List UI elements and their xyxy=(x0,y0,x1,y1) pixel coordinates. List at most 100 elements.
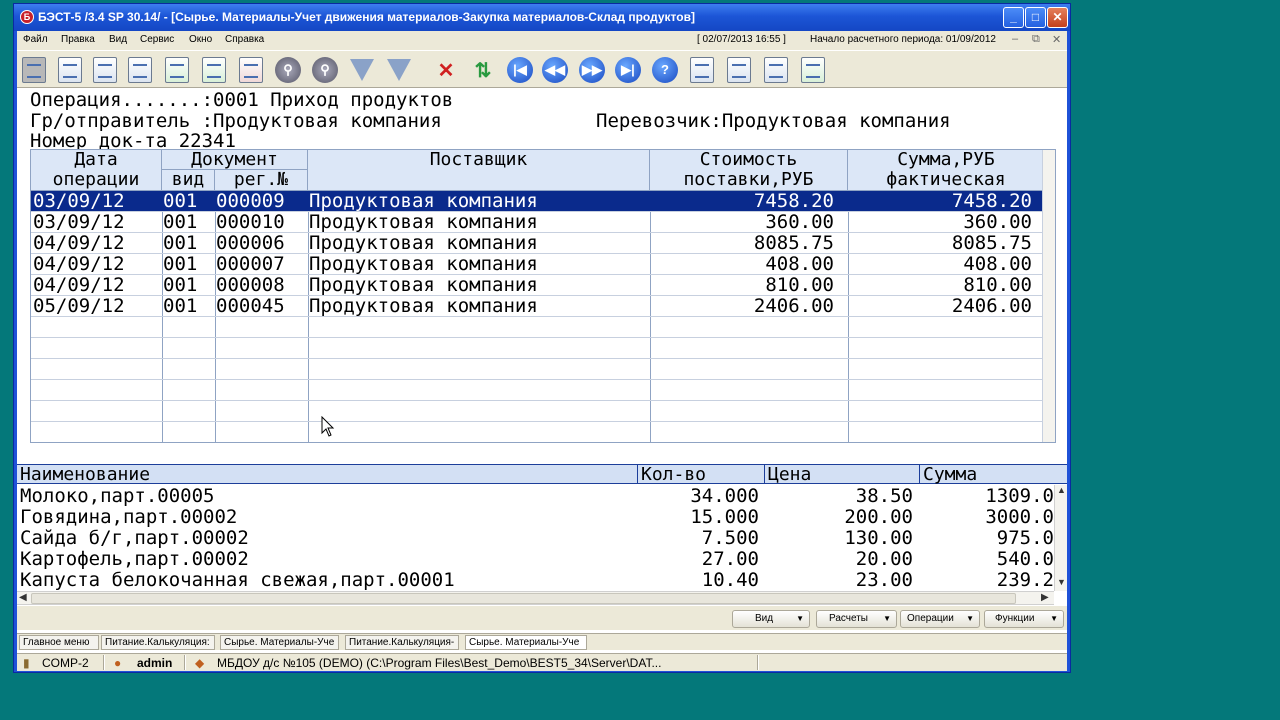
computer-name: COMP-2 xyxy=(42,656,89,670)
report-icon[interactable] xyxy=(55,55,85,85)
column-document[interactable]: Документ xyxy=(162,150,308,170)
add-record-icon[interactable] xyxy=(199,55,229,85)
column-item-name[interactable]: Наименование xyxy=(17,465,638,484)
table-row[interactable] xyxy=(31,317,1043,338)
first-record-icon[interactable]: |◀ xyxy=(505,55,535,85)
items-vertical-scrollbar[interactable]: ▲ ▼ xyxy=(1054,485,1067,591)
funcs-dropdown[interactable]: Функции ▼ xyxy=(984,610,1064,628)
table-row[interactable] xyxy=(31,338,1043,359)
approve-edit-icon[interactable] xyxy=(761,55,791,85)
cell-kind: 001 xyxy=(163,254,198,275)
menu-help[interactable]: Справка xyxy=(225,34,264,45)
menu-edit[interactable]: Правка xyxy=(61,34,95,45)
operation-label: Операция.......:0001 Приход продуктов xyxy=(30,89,454,111)
scroll-down-icon[interactable]: ▼ xyxy=(1057,577,1066,587)
print-preview-icon[interactable] xyxy=(125,55,155,85)
document-check-icon[interactable] xyxy=(798,55,828,85)
clear-filter-icon[interactable]: ✕ xyxy=(431,55,461,85)
table-row[interactable] xyxy=(31,359,1043,380)
tab-nutrition-calc-2[interactable]: Питание.Калькуляция- xyxy=(345,635,459,650)
scroll-left-icon[interactable]: ◀ xyxy=(19,592,27,603)
cell-reg: 000009 xyxy=(216,191,285,212)
last-record-icon[interactable]: ▶| xyxy=(613,55,643,85)
item-sum: 540.0 xyxy=(996,548,1054,570)
menu-file[interactable]: Файл xyxy=(23,34,48,45)
cell-cost: 810.00 xyxy=(765,275,834,296)
calc-dropdown[interactable]: Расчеты ▼ xyxy=(816,610,897,628)
filter-icon[interactable] xyxy=(347,55,377,85)
delete-record-icon[interactable] xyxy=(236,55,266,85)
list-item[interactable]: Сайда б/г,парт.00002 7.500 130.00 975.0 xyxy=(17,528,1057,549)
documents-table[interactable]: Дата операции Документ вид рег.№ Поставщ… xyxy=(30,149,1056,443)
cell-reg: 000010 xyxy=(216,212,285,233)
table-row[interactable] xyxy=(31,422,1043,442)
cell-kind: 001 xyxy=(163,296,198,317)
mdi-close-icon[interactable]: ✕ xyxy=(1052,33,1061,46)
menu-view[interactable]: Вид xyxy=(109,34,127,45)
list-item[interactable]: Говядина,парт.00002 15.000 200.00 3000.0 xyxy=(17,507,1057,528)
organization-icon: ◆ xyxy=(195,656,205,670)
mdi-minimize-icon[interactable]: – xyxy=(1012,33,1018,45)
mdi-restore-icon[interactable]: ⧉ xyxy=(1032,33,1040,46)
action-bar: Вид ▼ Расчеты ▼ Операции ▼ Функции ▼ xyxy=(17,606,1067,630)
tab-main-menu[interactable]: Главное меню xyxy=(19,635,99,650)
help-icon[interactable]: ? xyxy=(650,55,680,85)
column-item-sum[interactable]: Сумма xyxy=(920,465,1067,484)
edit-record-icon[interactable] xyxy=(162,55,192,85)
column-reg[interactable]: рег.№ xyxy=(215,170,308,191)
scroll-thumb[interactable] xyxy=(31,593,1016,604)
column-date[interactable]: Дата операции xyxy=(31,150,162,191)
table-row[interactable]: 04/09/12 001 000007 Продуктовая компания 408… xyxy=(31,254,1043,275)
table-row[interactable]: 05/09/12 001 000045 Продуктовая компания 240… xyxy=(31,296,1043,317)
cell-date: 05/09/12 xyxy=(33,296,125,317)
maximize-button[interactable]: □ xyxy=(1025,7,1046,28)
list-item[interactable]: Картофель,парт.00002 27.00 20.00 540.0 xyxy=(17,549,1057,570)
item-price: 23.00 xyxy=(855,569,913,591)
exit-icon[interactable] xyxy=(19,55,49,85)
items-horizontal-scrollbar[interactable]: ◀ ▶ xyxy=(17,591,1054,605)
menu-window[interactable]: Окно xyxy=(189,34,212,45)
cell-supplier: Продуктовая компания xyxy=(309,254,538,275)
list-item[interactable]: Капуста белокочанная свежая,парт.00001 10… xyxy=(17,570,1057,591)
column-cost[interactable]: Стоимость поставки,РУБ xyxy=(650,150,848,191)
filter-options-icon[interactable] xyxy=(384,55,414,85)
ops-dropdown-label: Операции xyxy=(907,613,954,624)
search-icon[interactable]: ⚲ xyxy=(273,55,303,85)
table-row[interactable]: 04/09/12 001 000008 Продуктовая компания 810… xyxy=(31,275,1043,296)
menu-service[interactable]: Сервис xyxy=(140,34,174,45)
table-row[interactable]: 04/09/12 001 000006 Продуктовая компания 808… xyxy=(31,233,1043,254)
table-row[interactable] xyxy=(31,380,1043,401)
tab-nutrition-calc-1[interactable]: Питание.Калькуляция: xyxy=(101,635,215,650)
prev-record-icon[interactable]: ◀◀ xyxy=(540,55,570,85)
column-item-price[interactable]: Цена xyxy=(765,465,920,484)
list-item[interactable]: Молоко,парт.00005 34.000 38.50 1309.0 xyxy=(17,486,1057,507)
grid-scrollbar[interactable] xyxy=(1042,150,1055,442)
approve-icon[interactable] xyxy=(724,55,754,85)
column-supplier[interactable]: Поставщик xyxy=(308,150,650,191)
tab-materials-2[interactable]: Сырье. Материалы-Уче xyxy=(465,635,587,650)
next-record-icon[interactable]: ▶▶ xyxy=(577,55,607,85)
tab-materials-1[interactable]: Сырье. Материалы-Уче xyxy=(220,635,339,650)
status-bar: ▮ COMP-2 ● admin ◆ МБДОУ д/с №105 (DEMO)… xyxy=(17,653,1067,671)
cell-sum: 408.00 xyxy=(963,254,1032,275)
item-qty: 27.00 xyxy=(701,548,759,570)
table-row[interactable]: 03/09/12 001 000010 Продуктовая компания 360… xyxy=(31,212,1043,233)
column-date-line1: Дата xyxy=(74,149,118,170)
column-item-qty[interactable]: Кол-во xyxy=(638,465,765,484)
list-icon[interactable] xyxy=(687,55,717,85)
close-button[interactable]: ✕ xyxy=(1047,7,1068,28)
search-next-icon[interactable]: ⚲ xyxy=(310,55,340,85)
print-icon[interactable] xyxy=(90,55,120,85)
scroll-up-icon[interactable]: ▲ xyxy=(1057,485,1066,495)
table-row[interactable] xyxy=(31,401,1043,422)
table-row[interactable]: 03/09/12 001 000009 Продуктовая компания 745… xyxy=(31,191,1043,212)
scroll-right-icon[interactable]: ▶ xyxy=(1041,592,1049,603)
title-bar[interactable]: Б БЭСТ-5 /3.4 SP 30.14/ - [Сырье. Матери… xyxy=(14,4,1070,31)
ops-dropdown[interactable]: Операции ▼ xyxy=(900,610,980,628)
column-kind[interactable]: вид xyxy=(162,170,215,191)
column-sum[interactable]: Сумма,РУБ фактическая xyxy=(848,150,1045,191)
view-dropdown[interactable]: Вид ▼ xyxy=(732,610,810,628)
minimize-button[interactable]: _ xyxy=(1003,7,1024,28)
sort-icon[interactable]: ⇅ xyxy=(468,55,498,85)
cell-kind: 001 xyxy=(163,191,198,212)
